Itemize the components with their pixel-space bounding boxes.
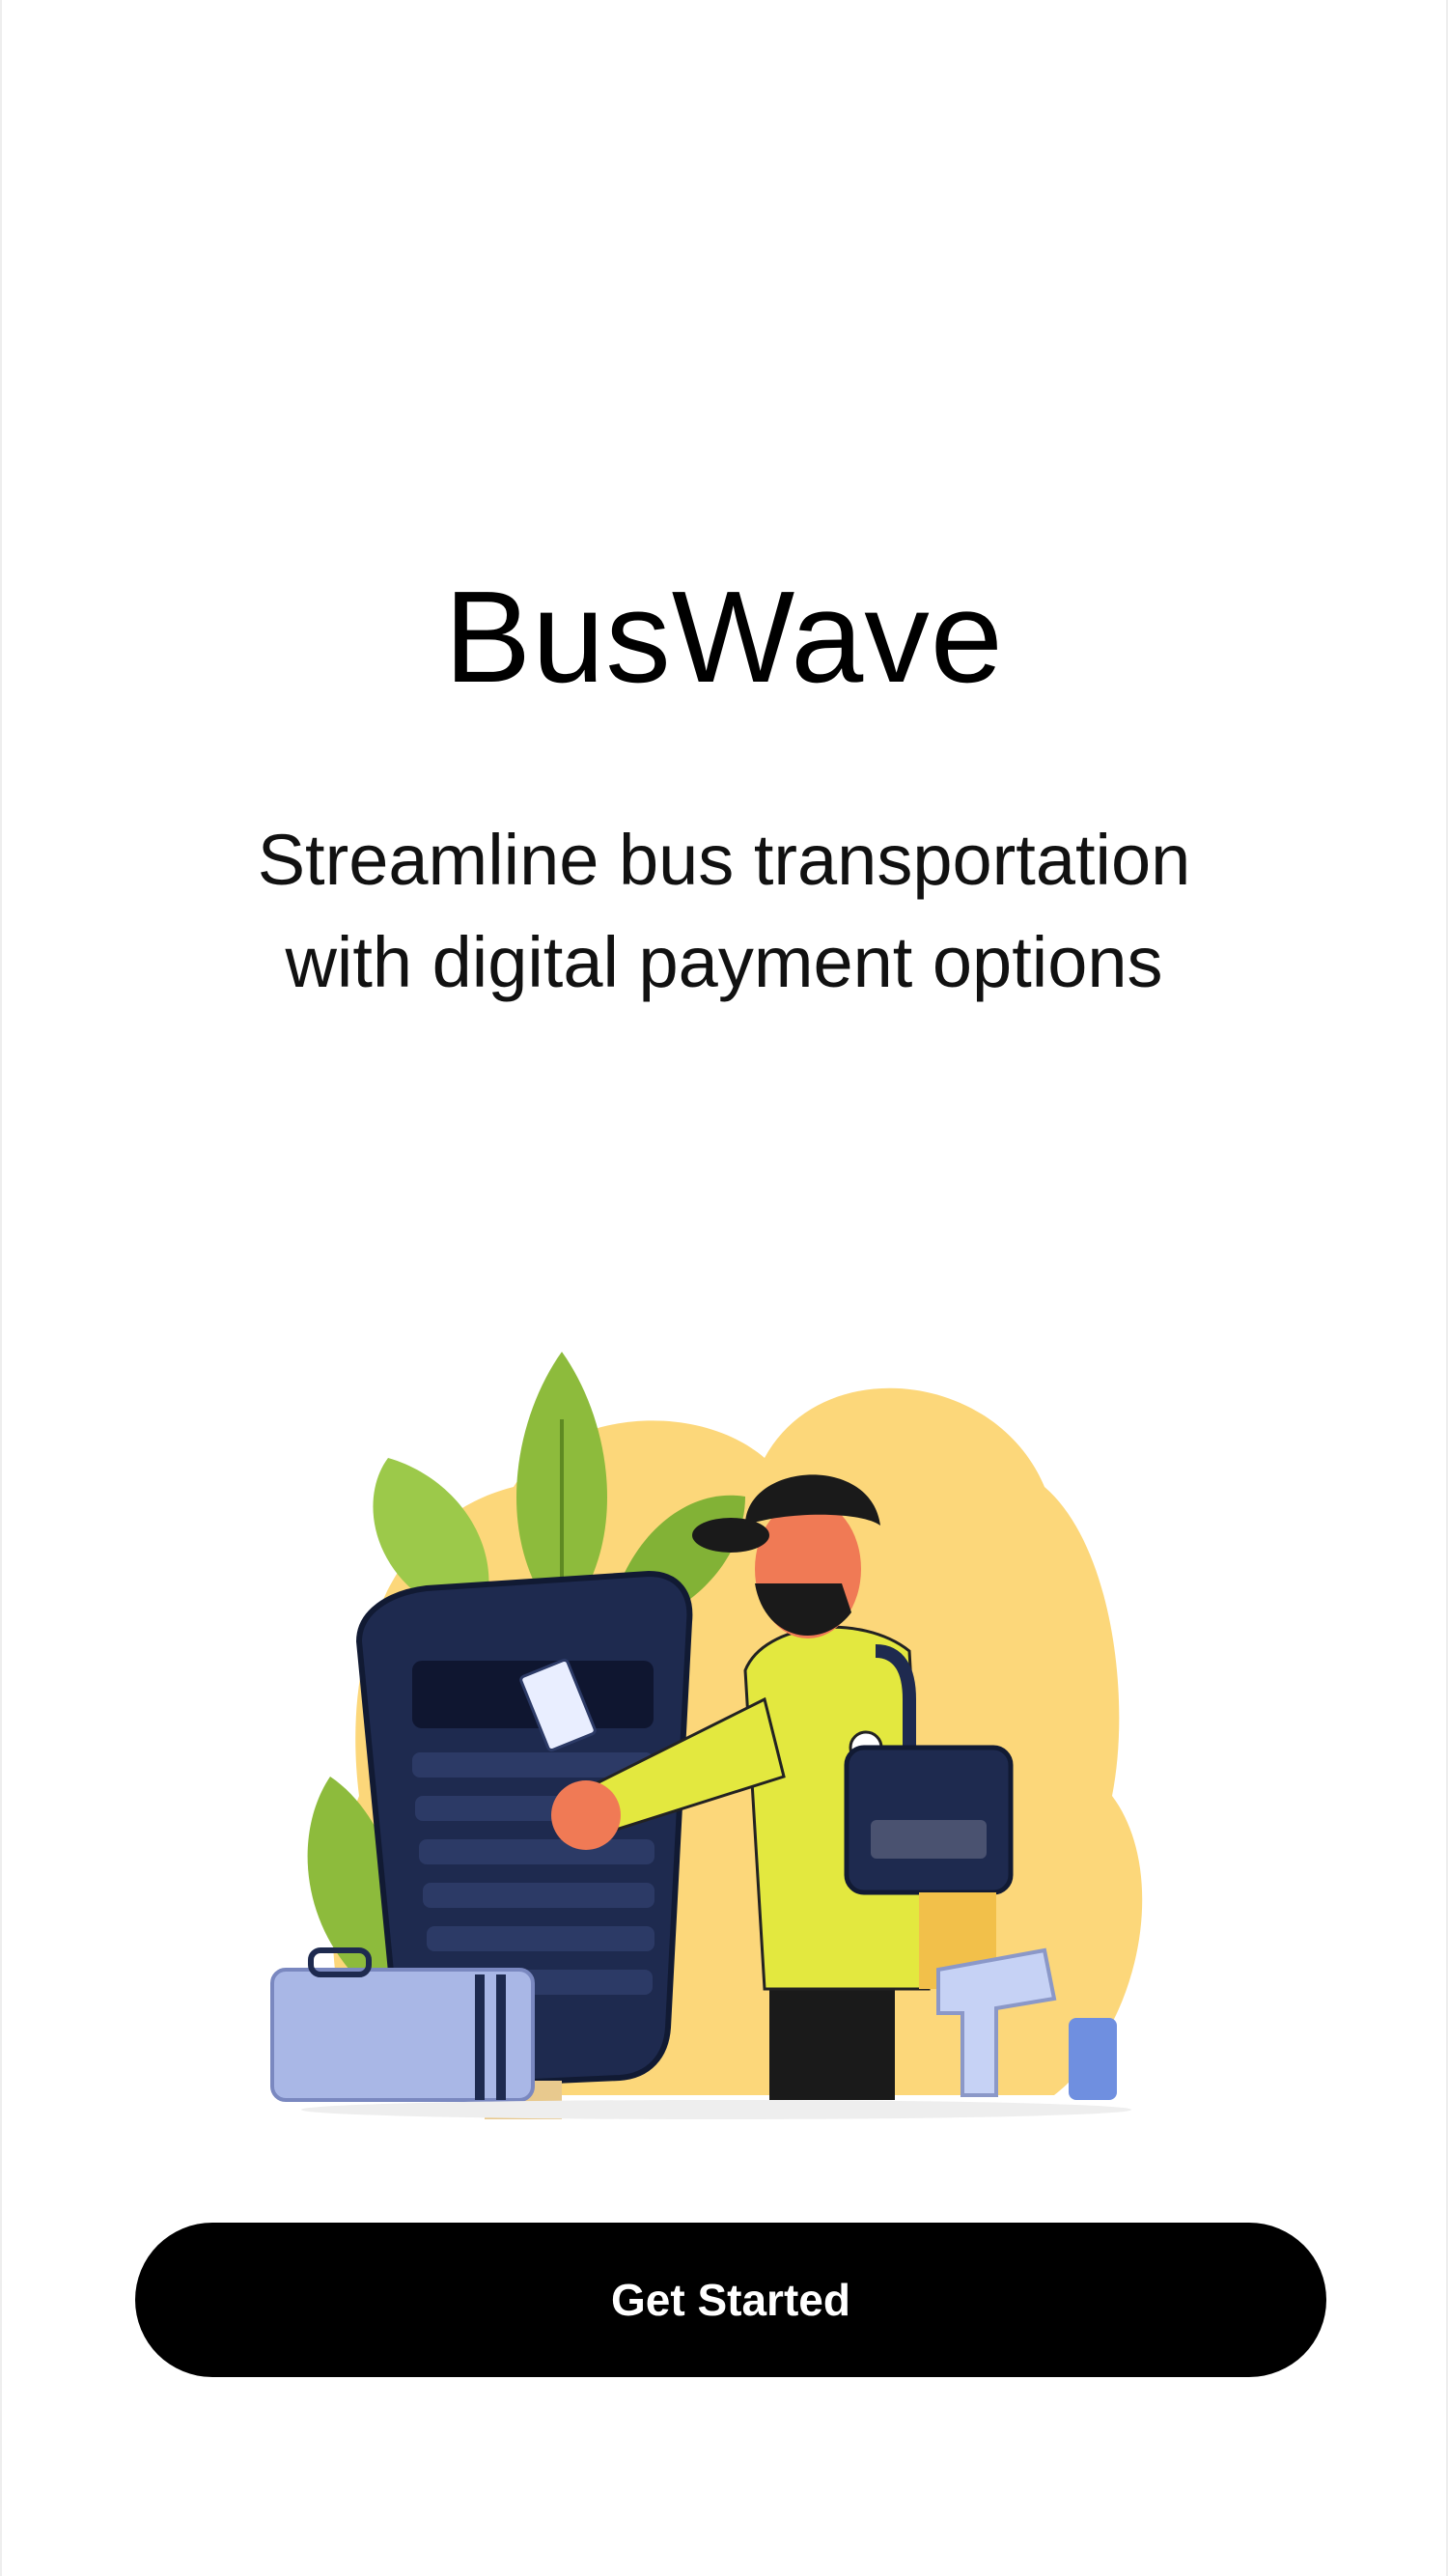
get-started-button[interactable]: Get Started <box>135 2223 1326 2377</box>
suitcase <box>270 1968 535 2102</box>
tagline-line-1: Streamline bus transportation <box>257 820 1191 900</box>
app-tagline: Streamline bus transportation with digit… <box>147 809 1301 1014</box>
payment-scene-icon <box>270 1352 1143 2119</box>
person-hand <box>551 1780 621 1850</box>
bus-payment-illustration <box>243 1294 1189 2143</box>
welcome-screen: BusWave Streamline bus transportation wi… <box>0 0 1448 2576</box>
app-title: BusWave <box>444 564 1004 710</box>
tagline-line-2: with digital payment options <box>285 922 1163 1002</box>
phone-device <box>1069 2018 1117 2100</box>
